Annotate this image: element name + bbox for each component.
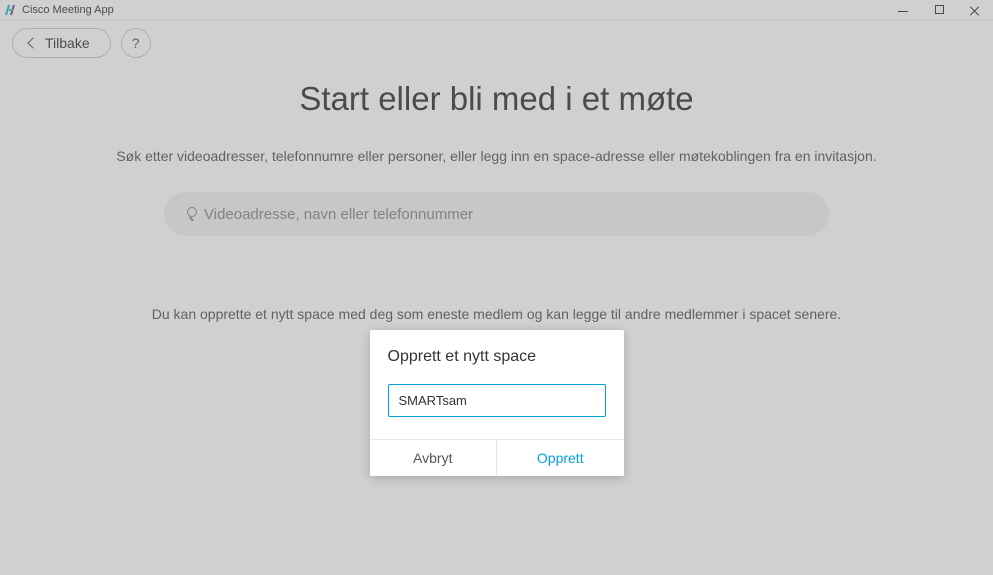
space-name-input[interactable] [388,384,606,417]
modal-title: Opprett et nytt space [388,348,606,366]
confirm-button[interactable]: Opprett [497,440,624,476]
modal-body: Opprett et nytt space [370,330,624,439]
modal-backdrop[interactable]: Opprett et nytt space Avbryt Opprett [0,0,993,575]
confirm-button-label: Opprett [537,450,584,466]
create-space-modal: Opprett et nytt space Avbryt Opprett [370,330,624,476]
cancel-button-label: Avbryt [413,450,452,466]
modal-footer: Avbryt Opprett [370,439,624,476]
cancel-button[interactable]: Avbryt [370,440,498,476]
